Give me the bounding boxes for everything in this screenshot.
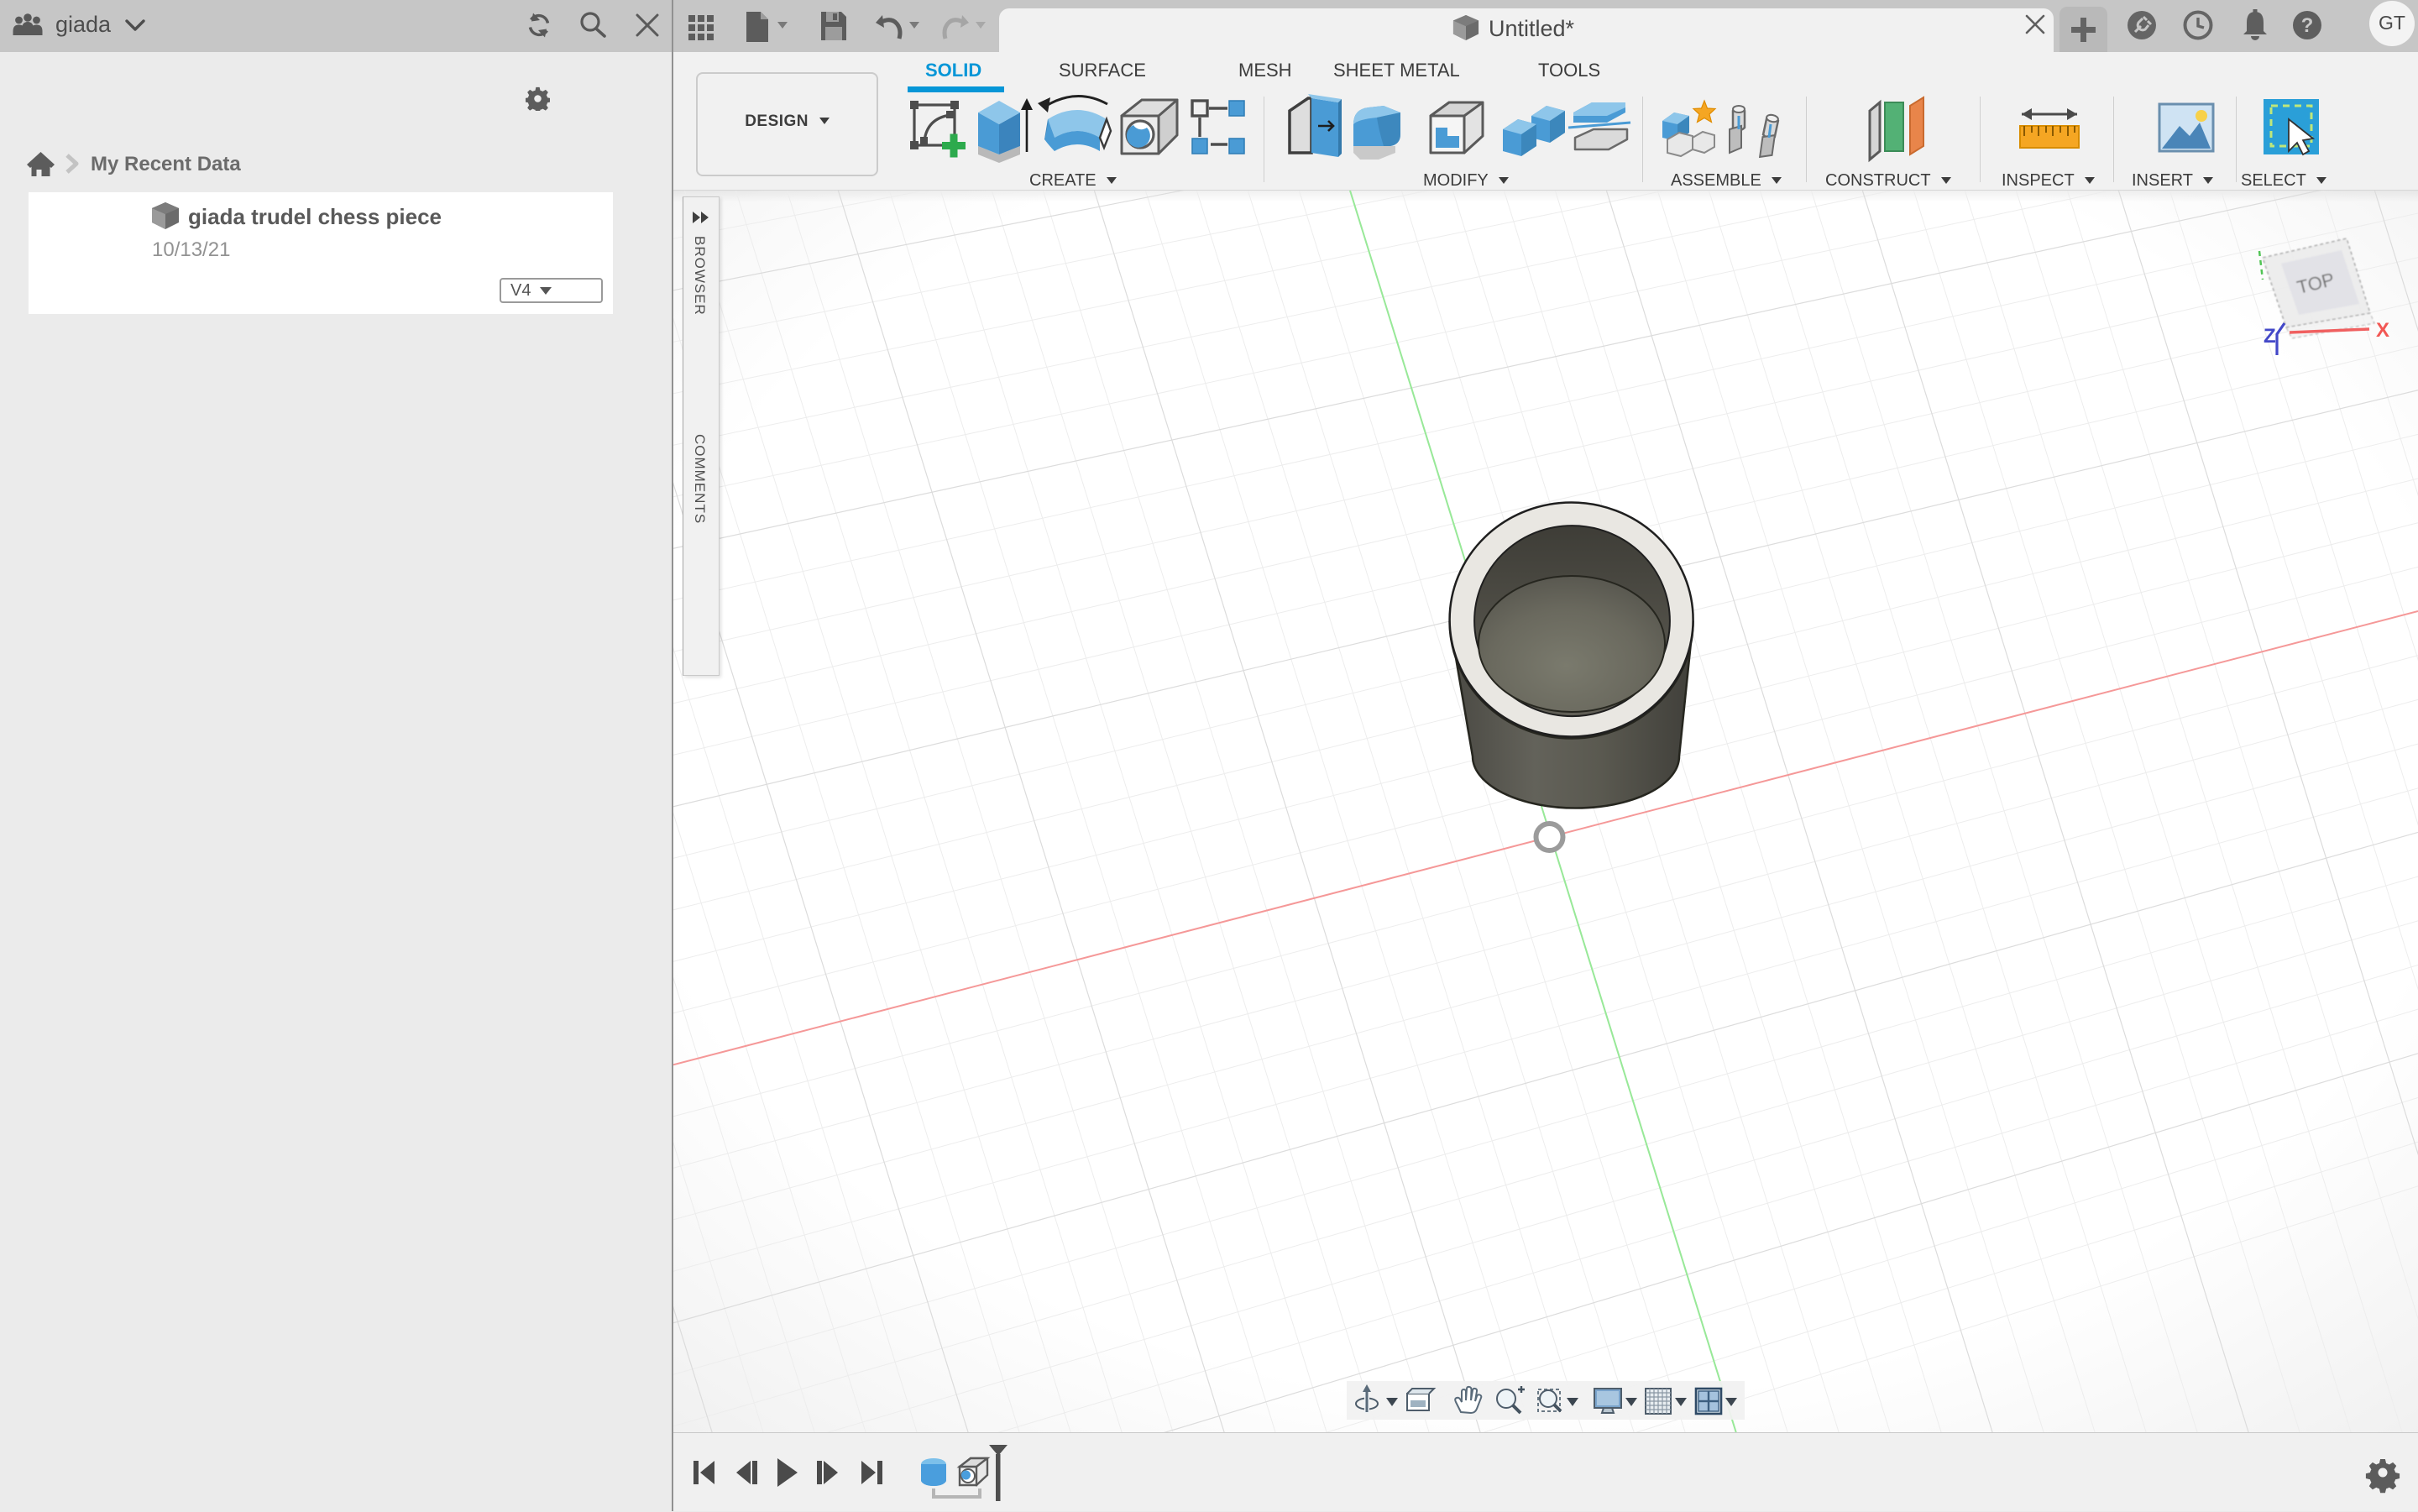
svg-text:?: ? xyxy=(2301,14,2314,37)
svg-text:X: X xyxy=(2376,319,2389,342)
svg-text:Z: Z xyxy=(2264,325,2276,348)
